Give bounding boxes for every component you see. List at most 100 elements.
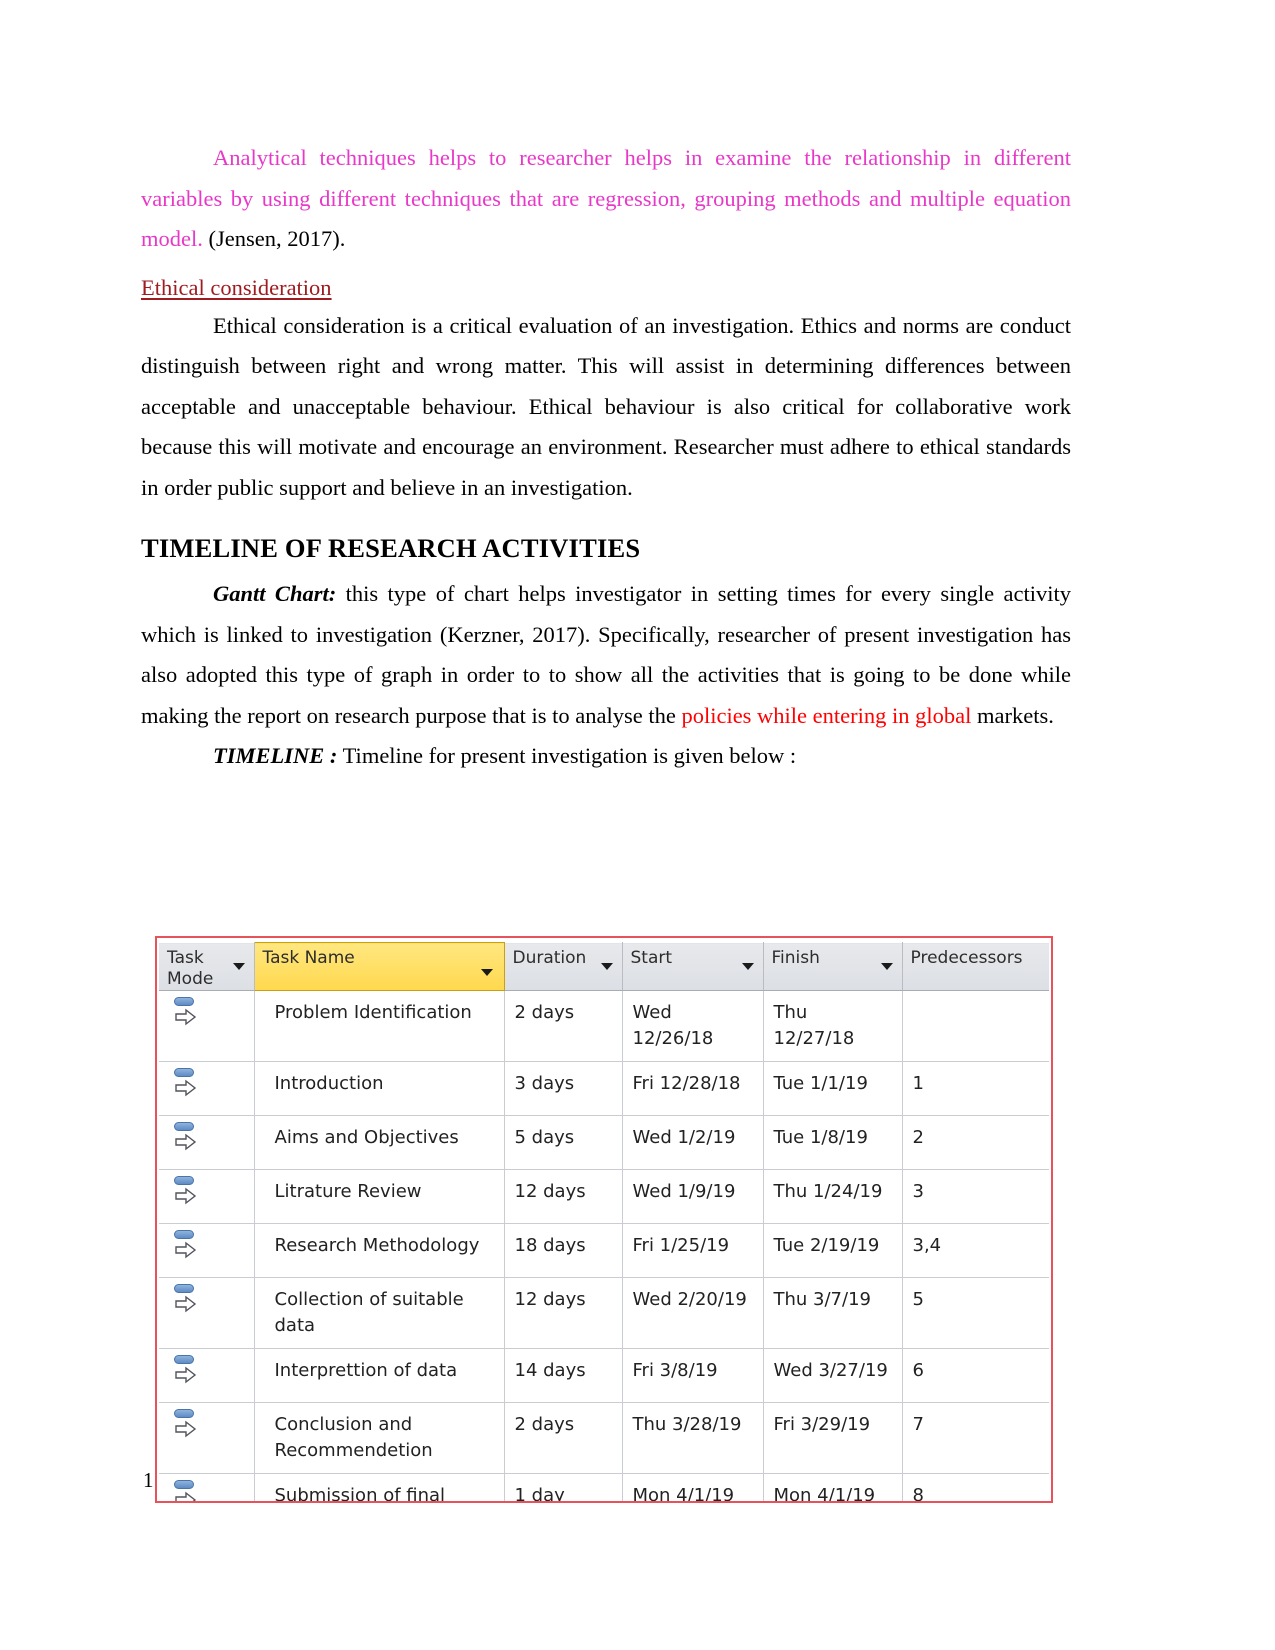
cell-task-name[interactable]: Conclusion and Recommendetion (254, 1402, 505, 1474)
table-row[interactable]: Litrature Review 12 days Wed 1/9/19 Thu … (159, 1169, 1049, 1224)
cell-finish[interactable]: Tue 1/8/19 (763, 1115, 903, 1170)
cell-finish[interactable]: Fri 3/29/19 (763, 1402, 903, 1474)
cell-task-name[interactable]: Interprettion of data (254, 1348, 505, 1403)
cell-task-name[interactable]: Aims and Objectives (254, 1115, 505, 1170)
cell-finish[interactable]: Tue 1/1/19 (763, 1061, 903, 1116)
auto-scheduled-icon (173, 1176, 199, 1210)
cell-task-name[interactable]: Research Methodology (254, 1223, 505, 1278)
auto-scheduled-icon (173, 1230, 199, 1264)
column-header-predecessors[interactable]: Predecessors (902, 942, 1049, 991)
column-header-start[interactable]: Start (622, 942, 764, 991)
filter-chevron-down-icon[interactable] (600, 963, 613, 970)
filter-chevron-down-icon[interactable] (880, 963, 893, 970)
cell-predecessors[interactable]: 8 (902, 1473, 1049, 1501)
document-page: Analytical techniques helps to researche… (0, 0, 1275, 1650)
cell-task-name[interactable]: Problem Identification (254, 990, 505, 1062)
cell-predecessors[interactable]: 5 (902, 1277, 1049, 1349)
table-header-row: Task Mode Task Name Duration Start Finis… (159, 942, 1049, 991)
cell-duration[interactable]: 18 days (504, 1223, 623, 1278)
cell-start[interactable]: Mon 4/1/19 (622, 1473, 764, 1501)
column-header-finish[interactable]: Finish (763, 942, 903, 991)
table-row[interactable]: Research Methodology 18 days Fri 1/25/19… (159, 1223, 1049, 1278)
cell-predecessors[interactable]: 2 (902, 1115, 1049, 1170)
cell-predecessors[interactable]: 6 (902, 1348, 1049, 1403)
cell-predecessors[interactable]: 7 (902, 1402, 1049, 1474)
document-body: Analytical techniques helps to researche… (141, 138, 1071, 777)
cell-task-name[interactable]: Collection of suitable data (254, 1277, 505, 1349)
ms-project-screenshot: Task Mode Task Name Duration Start Finis… (155, 936, 1053, 1503)
cell-task-name[interactable]: Litrature Review (254, 1169, 505, 1224)
cell-task-mode[interactable] (159, 1402, 255, 1474)
auto-scheduled-icon (173, 1284, 199, 1318)
cell-task-mode[interactable] (159, 1277, 255, 1349)
cell-duration[interactable]: 2 days (504, 990, 623, 1062)
heading-timeline-of-research-activities: TIMELINE OF RESEARCH ACTIVITIES (141, 533, 641, 563)
cell-finish[interactable]: Thu 12/27/18 (763, 990, 903, 1062)
column-header-start-label: Start (630, 948, 673, 968)
table-row[interactable]: Introduction 3 days Fri 12/28/18 Tue 1/1… (159, 1061, 1049, 1116)
column-header-duration[interactable]: Duration (504, 942, 623, 991)
table-row[interactable]: Conclusion and Recommendetion 2 days Thu… (159, 1402, 1049, 1474)
gantt-body-highlight: policies while entering in global (681, 702, 972, 728)
cell-finish[interactable]: Mon 4/1/19 (763, 1473, 903, 1501)
timeline-intro-text: Timeline for present investigation is gi… (337, 743, 797, 768)
filter-chevron-down-icon[interactable] (232, 963, 245, 970)
cell-predecessors[interactable]: 3 (902, 1169, 1049, 1224)
cell-task-name[interactable]: Submission of final Report (254, 1473, 505, 1501)
filter-chevron-down-icon[interactable] (480, 969, 493, 976)
column-header-finish-label: Finish (771, 948, 820, 968)
cell-finish[interactable]: Thu 1/24/19 (763, 1169, 903, 1224)
table-row[interactable]: Collection of suitable data 12 days Wed … (159, 1277, 1049, 1349)
cell-duration[interactable]: 14 days (504, 1348, 623, 1403)
cell-finish[interactable]: Wed 3/27/19 (763, 1348, 903, 1403)
auto-scheduled-icon (173, 1068, 199, 1102)
analytical-citation: (Jensen, 2017). (202, 226, 346, 251)
cell-start[interactable]: Fri 12/28/18 (622, 1061, 764, 1116)
cell-task-mode[interactable] (159, 990, 255, 1062)
table-row[interactable]: Aims and Objectives 5 days Wed 1/2/19 Tu… (159, 1115, 1049, 1170)
cell-task-mode[interactable] (159, 1348, 255, 1403)
cell-task-mode[interactable] (159, 1115, 255, 1170)
gantt-task-table: Task Mode Task Name Duration Start Finis… (159, 942, 1049, 1501)
paragraph-ethical-consideration: Ethical consideration is a critical eval… (141, 312, 1071, 500)
auto-scheduled-icon (173, 1355, 199, 1389)
cell-finish[interactable]: Tue 2/19/19 (763, 1223, 903, 1278)
cell-task-mode[interactable] (159, 1473, 255, 1501)
cell-predecessors[interactable]: 1 (902, 1061, 1049, 1116)
cell-predecessors[interactable]: 3,4 (902, 1223, 1049, 1278)
column-header-task-name[interactable]: Task Name (253, 942, 505, 991)
auto-scheduled-icon (173, 997, 199, 1031)
cell-duration[interactable]: 1 day (504, 1473, 623, 1501)
paragraph-gantt-chart: Gantt Chart: this type of chart helps in… (141, 574, 1071, 736)
paragraph-analytical-techniques: Analytical techniques helps to researche… (141, 138, 1071, 260)
column-header-task-mode[interactable]: Task Mode (159, 942, 255, 991)
cell-task-mode[interactable] (159, 1223, 255, 1278)
cell-start[interactable]: Wed 12/26/18 (622, 990, 764, 1062)
cell-start[interactable]: Wed 2/20/19 (622, 1277, 764, 1349)
timeline-label: TIMELINE : (213, 743, 338, 768)
column-header-task-name-label: Task Name (262, 948, 355, 968)
cell-start[interactable]: Wed 1/9/19 (622, 1169, 764, 1224)
cell-predecessors[interactable] (902, 990, 1049, 1062)
cell-duration[interactable]: 12 days (504, 1277, 623, 1349)
table-row[interactable]: Submission of final Report 1 day Mon 4/1… (159, 1473, 1049, 1501)
cell-start[interactable]: Fri 3/8/19 (622, 1348, 764, 1403)
heading-ethical-consideration: Ethical consideration (141, 274, 332, 300)
cell-start[interactable]: Thu 3/28/19 (622, 1402, 764, 1474)
table-row[interactable]: Interprettion of data 14 days Fri 3/8/19… (159, 1348, 1049, 1403)
cell-start[interactable]: Wed 1/2/19 (622, 1115, 764, 1170)
cell-task-mode[interactable] (159, 1169, 255, 1224)
cell-start[interactable]: Fri 1/25/19 (622, 1223, 764, 1278)
auto-scheduled-icon (173, 1122, 199, 1156)
cell-duration[interactable]: 12 days (504, 1169, 623, 1224)
table-row[interactable]: Problem Identification 2 days Wed 12/26/… (159, 990, 1049, 1062)
cell-duration[interactable]: 2 days (504, 1402, 623, 1474)
cell-duration[interactable]: 3 days (504, 1061, 623, 1116)
cell-task-mode[interactable] (159, 1061, 255, 1116)
cell-finish[interactable]: Thu 3/7/19 (763, 1277, 903, 1349)
filter-chevron-down-icon[interactable] (741, 963, 754, 970)
cell-duration[interactable]: 5 days (504, 1115, 623, 1170)
auto-scheduled-icon (173, 1409, 199, 1443)
gantt-table-body: Problem Identification 2 days Wed 12/26/… (159, 990, 1049, 1501)
cell-task-name[interactable]: Introduction (254, 1061, 505, 1116)
